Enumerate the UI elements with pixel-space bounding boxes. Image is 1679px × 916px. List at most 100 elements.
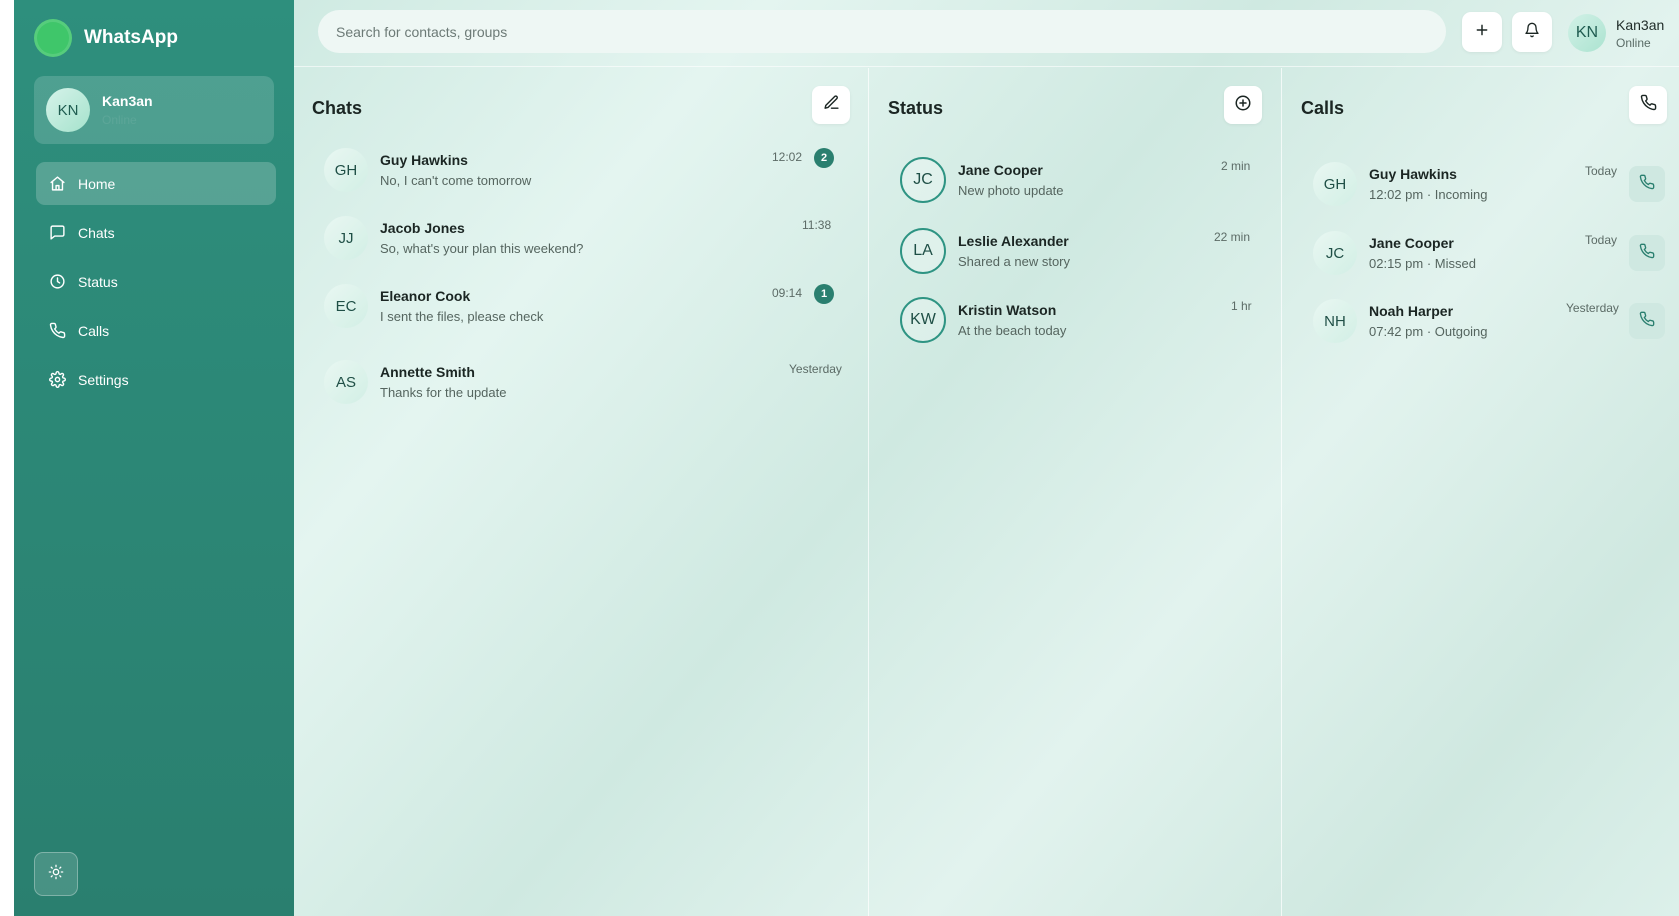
bell-icon xyxy=(1524,22,1540,43)
chat-item[interactable]: EC Eleanor Cook I sent the files, please… xyxy=(324,284,854,328)
avatar: NH xyxy=(1313,299,1357,343)
panel-title: Chats xyxy=(312,98,363,118)
plus-icon xyxy=(1474,22,1490,43)
avatar: LA xyxy=(900,228,946,274)
status-time: 1 hr xyxy=(1231,299,1252,313)
sidebar-item-status[interactable]: Status xyxy=(36,260,276,303)
call-day: Yesterday xyxy=(1566,301,1619,315)
call-name: Guy Hawkins xyxy=(1369,166,1457,182)
sidebar-item-calls[interactable]: Calls xyxy=(36,309,276,352)
user-name: Kan3an xyxy=(1616,16,1665,33)
sidebar-item-label: Home xyxy=(78,175,116,192)
status-name: Leslie Alexander xyxy=(958,233,1069,249)
call-day: Today xyxy=(1585,233,1618,247)
avatar: KW xyxy=(900,297,946,343)
status-item[interactable]: LA Leslie Alexander Shared a new story 2… xyxy=(900,228,1270,274)
theme-toggle-button[interactable] xyxy=(34,852,78,896)
call-back-button[interactable] xyxy=(1629,303,1665,339)
chats-panel: Chats GH Guy Hawkins No, I can't come to… xyxy=(294,68,869,916)
chat-name: Eleanor Cook xyxy=(380,288,471,304)
sidebar-item-label: Status xyxy=(78,273,118,290)
chat-name: Guy Hawkins xyxy=(380,152,468,168)
phone-icon xyxy=(1640,94,1657,116)
user-status: Online xyxy=(1616,35,1651,50)
status-text: New photo update xyxy=(958,183,1064,198)
calls-panel: Calls GH Guy Hawkins 12:02 pm · Incoming… xyxy=(1283,68,1679,916)
phone-icon xyxy=(1639,243,1655,264)
chat-preview: I sent the files, please check xyxy=(380,309,544,324)
status-item[interactable]: JC Jane Cooper New photo update 2 min xyxy=(900,157,1270,203)
new-call-button[interactable] xyxy=(1629,86,1667,124)
call-day: Today xyxy=(1585,164,1618,178)
search-input[interactable] xyxy=(318,10,1446,53)
call-back-button[interactable] xyxy=(1629,166,1665,202)
brand-name: WhatsApp xyxy=(84,27,178,48)
status-name: Kristin Watson xyxy=(958,302,1057,318)
phone-icon xyxy=(1639,174,1655,195)
status-text: At the beach today xyxy=(958,323,1067,338)
avatar: JC xyxy=(1313,231,1357,275)
sidebar-nav: Home Chats Status Calls Settings xyxy=(36,162,276,407)
chat-name: Annette Smith xyxy=(380,364,475,380)
avatar: KN xyxy=(46,88,90,132)
gear-icon xyxy=(48,371,66,389)
unread-badge: 1 xyxy=(814,284,834,304)
sidebar-item-label: Chats xyxy=(78,224,115,241)
app-window: WhatsApp KN Kan3an Online Home Chats Sta… xyxy=(14,0,1679,916)
new-chat-button[interactable] xyxy=(812,86,850,124)
sidebar-item-settings[interactable]: Settings xyxy=(36,358,276,401)
call-item[interactable]: NH Noah Harper 07:42 pm · Outgoing Yeste… xyxy=(1313,299,1679,343)
chat-time: Yesterday xyxy=(789,362,842,376)
call-detail: 02:15 pm · Missed xyxy=(1369,256,1476,271)
sidebar: WhatsApp KN Kan3an Online Home Chats Sta… xyxy=(14,0,294,916)
status-time: 2 min xyxy=(1221,159,1251,173)
chat-bubble-icon xyxy=(48,224,66,242)
user-menu[interactable]: KN Kan3an Online xyxy=(1568,14,1664,52)
avatar: JC xyxy=(900,157,946,203)
status-panel: Status JC Jane Cooper New photo update 2… xyxy=(870,68,1282,916)
chat-item[interactable]: GH Guy Hawkins No, I can't come tomorrow… xyxy=(324,148,854,192)
notifications-button[interactable] xyxy=(1512,12,1552,52)
add-button[interactable] xyxy=(1462,12,1502,52)
brand[interactable]: WhatsApp xyxy=(34,19,178,57)
chat-time: 11:38 xyxy=(802,218,832,232)
chat-preview: Thanks for the update xyxy=(380,385,507,400)
avatar: GH xyxy=(324,148,368,192)
call-back-button[interactable] xyxy=(1629,235,1665,271)
status-time: 22 min xyxy=(1214,230,1251,244)
chat-time: 09:14 xyxy=(772,286,803,300)
avatar: KN xyxy=(1568,14,1606,52)
chat-preview: No, I can't come tomorrow xyxy=(380,173,532,188)
call-detail: 07:42 pm · Outgoing xyxy=(1369,324,1488,339)
panel-title: Calls xyxy=(1301,98,1345,118)
status-text: Shared a new story xyxy=(958,254,1071,269)
top-bar: KN Kan3an Online xyxy=(294,0,1679,67)
avatar: GH xyxy=(1313,162,1357,206)
profile-card[interactable]: KN Kan3an Online xyxy=(34,76,274,144)
chat-time: 12:02 xyxy=(772,150,803,164)
profile-name: Kan3an xyxy=(102,93,153,109)
call-item[interactable]: GH Guy Hawkins 12:02 pm · Incoming Today xyxy=(1313,162,1679,206)
profile-status: Online xyxy=(102,113,137,127)
sidebar-item-home[interactable]: Home xyxy=(36,162,276,205)
sidebar-item-chats[interactable]: Chats xyxy=(36,211,276,254)
pencil-icon xyxy=(823,94,840,116)
chat-item[interactable]: JJ Jacob Jones So, what's your plan this… xyxy=(324,216,854,260)
call-item[interactable]: JC Jane Cooper 02:15 pm · Missed Today xyxy=(1313,231,1679,275)
clock-icon xyxy=(48,273,66,291)
status-item[interactable]: KW Kristin Watson At the beach today 1 h… xyxy=(900,297,1270,343)
plus-circle-icon xyxy=(1234,94,1252,117)
avatar: AS xyxy=(324,360,368,404)
home-icon xyxy=(48,175,66,193)
sidebar-item-label: Settings xyxy=(78,371,129,388)
add-status-button[interactable] xyxy=(1224,86,1262,124)
sun-icon xyxy=(48,864,64,885)
chat-preview: So, what's your plan this weekend? xyxy=(380,241,584,256)
call-name: Jane Cooper xyxy=(1369,235,1454,251)
phone-icon xyxy=(48,322,66,340)
chat-name: Jacob Jones xyxy=(380,220,465,236)
sidebar-item-label: Calls xyxy=(78,322,110,339)
status-name: Jane Cooper xyxy=(958,162,1043,178)
avatar: JJ xyxy=(324,216,368,260)
chat-item[interactable]: AS Annette Smith Thanks for the update Y… xyxy=(324,360,854,404)
